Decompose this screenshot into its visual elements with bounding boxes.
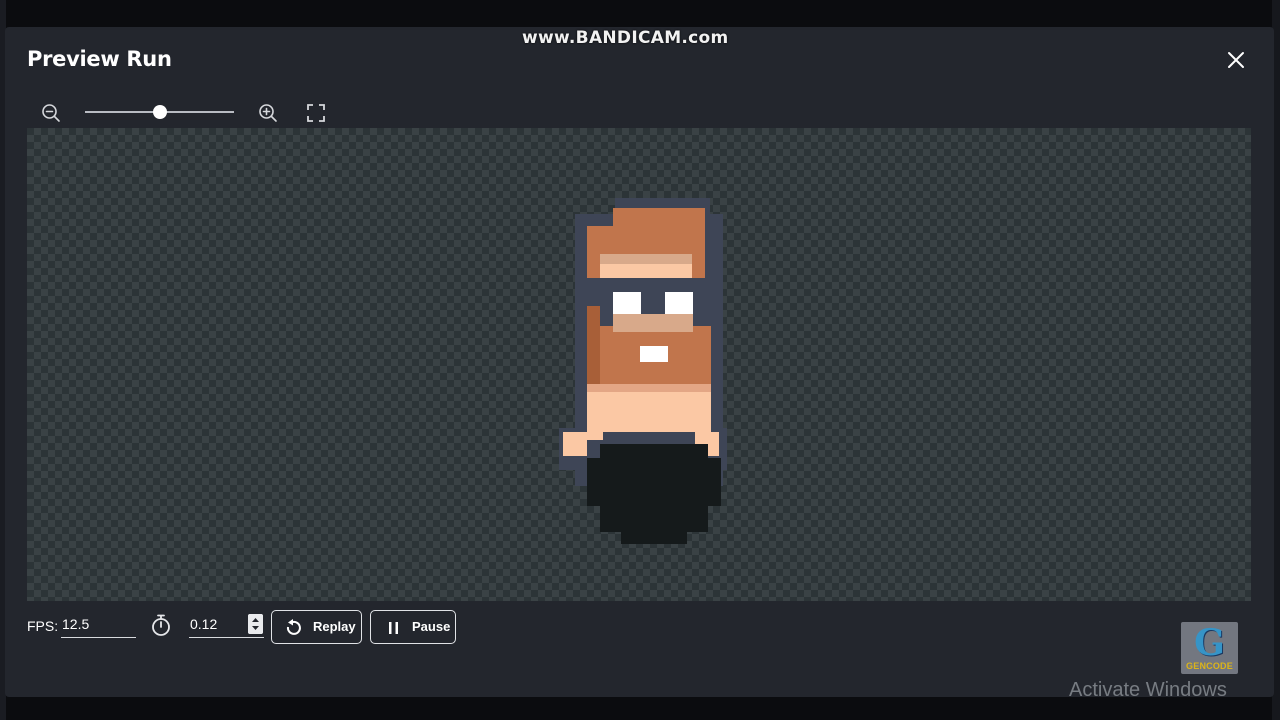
pause-button[interactable]: Pause (370, 610, 456, 644)
pause-icon (389, 622, 398, 634)
playback-controls: FPS: 12.5 0.12 Replay Pause (5, 609, 1274, 649)
preview-run-dialog: Preview Run FPS: 12.5 0.12 Replay Pause (5, 27, 1274, 697)
fps-input[interactable]: 12.5 (61, 611, 136, 638)
fullscreen-icon[interactable] (305, 102, 327, 124)
replay-icon (286, 619, 301, 635)
logo-text: GENCODE (1186, 661, 1233, 671)
pause-label: Pause (412, 619, 451, 634)
replay-label: Replay (313, 619, 356, 634)
zoom-slider-thumb[interactable] (152, 105, 167, 119)
stepper-icon[interactable] (248, 614, 263, 634)
bandicam-watermark: www.BANDICAM.com (522, 28, 729, 48)
timer-icon (152, 614, 170, 636)
dialog-title: Preview Run (27, 47, 172, 71)
character-sprite (559, 198, 727, 544)
preview-canvas (27, 128, 1251, 601)
replay-button[interactable]: Replay (271, 610, 362, 644)
zoom-out-icon[interactable] (40, 102, 62, 124)
activate-windows-watermark: Activate Windows (1069, 679, 1227, 701)
close-icon[interactable] (1225, 49, 1247, 71)
gencode-logo: G GENCODE (1181, 622, 1238, 674)
zoom-in-icon[interactable] (257, 102, 279, 124)
fps-label: FPS: (27, 618, 59, 634)
logo-letter: G (1194, 622, 1225, 664)
